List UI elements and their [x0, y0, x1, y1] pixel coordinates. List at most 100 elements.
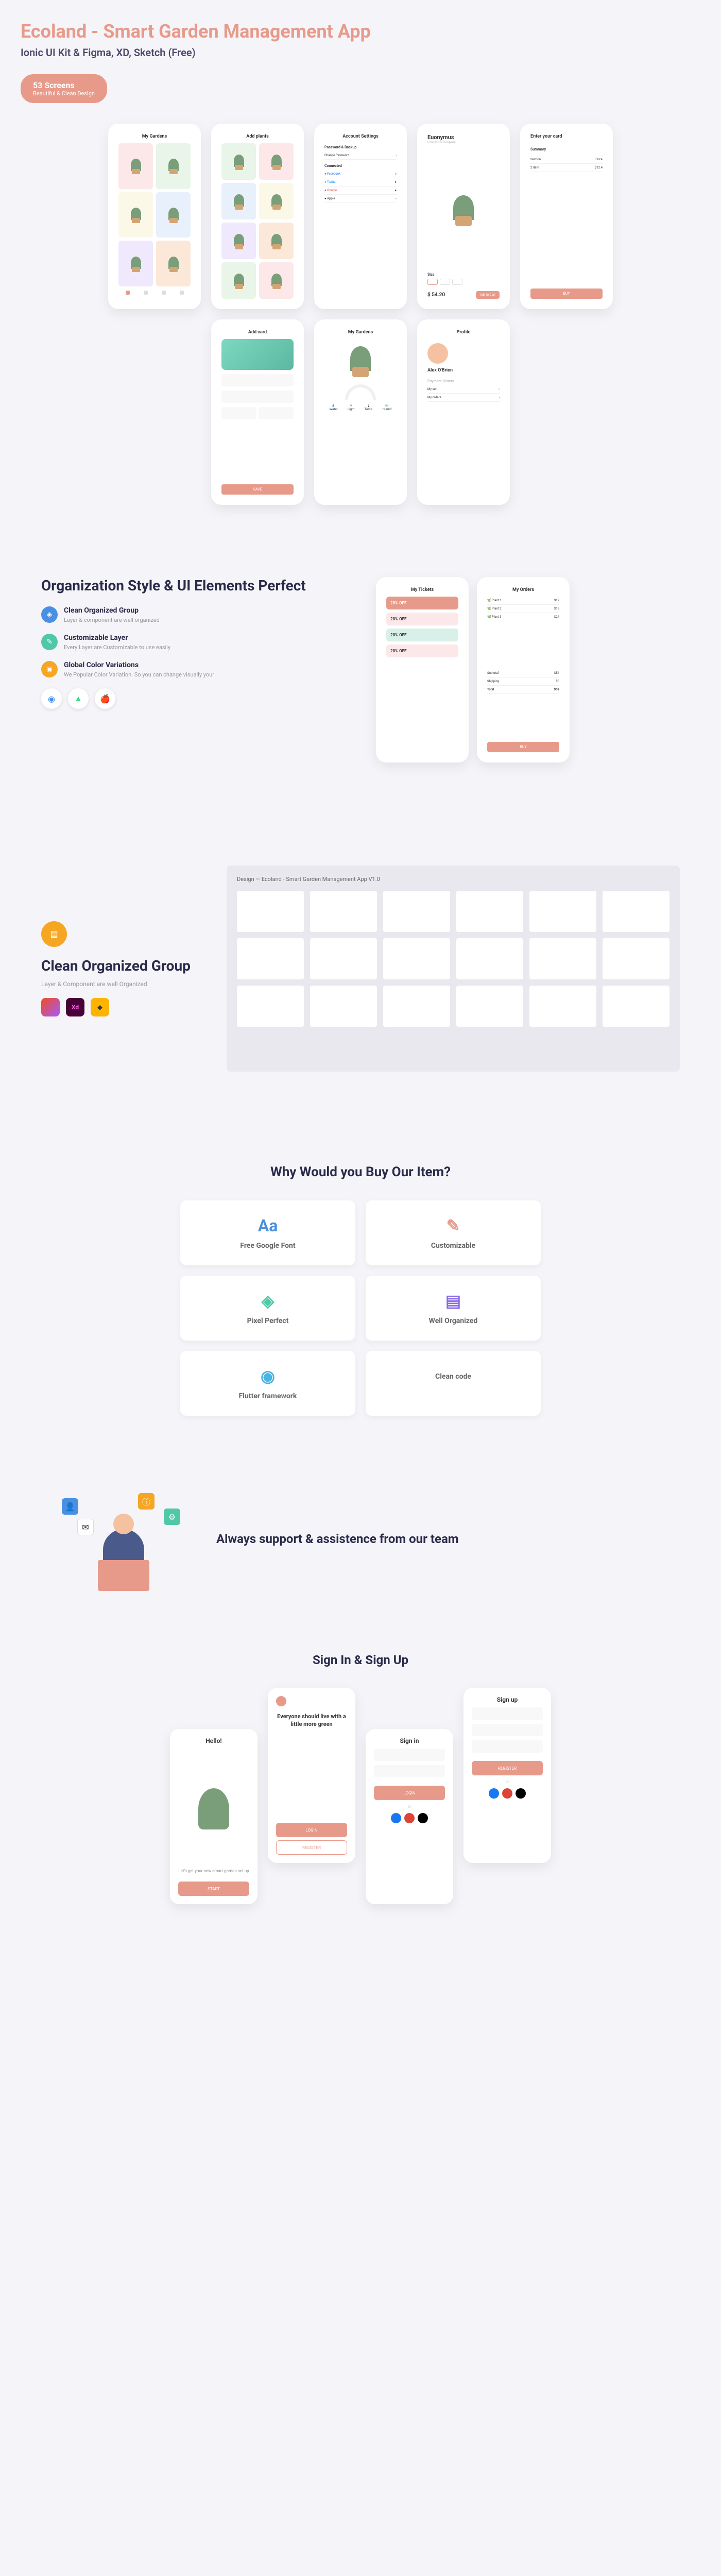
- mail-icon: ✉: [77, 1519, 94, 1535]
- login-button: LOGIN: [374, 1786, 445, 1800]
- canvas-artboard: [383, 986, 450, 1027]
- support-illustration: 👤 ⚙ ⓘ ✉: [52, 1488, 196, 1591]
- canvas-artboard: [603, 891, 670, 932]
- list-item: My set›: [427, 385, 500, 394]
- list-item: ● Twitter●: [324, 178, 397, 187]
- feature-title: Clean Organized Group: [64, 606, 160, 615]
- settings-group: Password & Backup: [324, 145, 397, 149]
- mockup-orders: My Orders 🌿 Plant 1$12 🌿 Plant 2$18 🌿 Pl…: [477, 577, 570, 762]
- buy-button: BUY: [530, 289, 603, 299]
- size-label: Size: [427, 273, 500, 277]
- canvas-artboard: [456, 891, 523, 932]
- why-feature-card: ✎Customizable: [366, 1200, 541, 1265]
- hello-title: Hello!: [178, 1737, 249, 1744]
- register-button: REGISTER: [276, 1840, 347, 1855]
- plant-card: [259, 223, 294, 259]
- list-item: Shipping$5: [487, 677, 559, 686]
- signin-title: Sign in: [374, 1737, 445, 1744]
- hero-title: Ecoland - Smart Garden Management App: [21, 21, 700, 42]
- plant-card: [221, 262, 256, 299]
- list-item: 2 item$12.4: [530, 164, 603, 172]
- plant-card: [221, 143, 256, 180]
- screen-title: My Tickets: [386, 587, 458, 592]
- email-field: [374, 1749, 445, 1761]
- name-field: [472, 1707, 543, 1720]
- register-button: REGISTER: [472, 1761, 543, 1775]
- stack-icon: ▤: [41, 921, 67, 947]
- mockup-my-gardens: My Gardens: [108, 124, 201, 309]
- list-item: 🌿 Plant 1$12: [487, 597, 559, 605]
- feature-title: Global Color Variations: [64, 661, 214, 669]
- organization-section: Organization Style & UI Elements Perfect…: [0, 526, 721, 814]
- list-item: 🌿 Plant 3$24: [487, 613, 559, 621]
- canvas-artboard: [529, 891, 596, 932]
- list-item: ● Facebook○: [324, 170, 397, 178]
- feature-label: Flutter framework: [239, 1392, 297, 1400]
- google-icon: [404, 1813, 415, 1823]
- plant-card: [259, 262, 294, 299]
- canvas-artboard: [237, 986, 304, 1027]
- canvas-artboard: [456, 938, 523, 979]
- feature-icon: Aa: [258, 1216, 278, 1235]
- facebook-icon: [391, 1813, 401, 1823]
- xd-icon: Xd: [66, 998, 84, 1016]
- sketch-icon: ◆: [91, 998, 109, 1016]
- why-feature-card: ◉Flutter framework: [180, 1351, 355, 1416]
- user-icon: 👤: [62, 1498, 78, 1515]
- canvas-filename: Ecoland - Smart Garden Management App V1…: [262, 876, 380, 883]
- mockup-hello: Hello! Let's get your new smart garden s…: [170, 1729, 258, 1904]
- canvas-artboard: [237, 891, 304, 932]
- canvas-artboard: [603, 986, 670, 1027]
- layers-icon: ◈: [41, 606, 58, 623]
- feature-icon: ◈: [262, 1291, 274, 1311]
- google-icon: [502, 1788, 512, 1799]
- login-button: LOGIN: [276, 1823, 347, 1837]
- feature-icon: ✎: [447, 1216, 460, 1235]
- support-section: 👤 ⚙ ⓘ ✉ Always support & assistence from…: [0, 1457, 721, 1622]
- start-button: START: [178, 1882, 249, 1896]
- list-item: Total$59: [487, 686, 559, 694]
- plant-card: [259, 183, 294, 219]
- sign-section: Sign In & Sign Up Hello! Let's get your …: [0, 1622, 721, 1935]
- figma-icon: [41, 998, 60, 1016]
- feature-icon: ▤: [445, 1291, 461, 1311]
- feature-label: Well Organized: [429, 1317, 478, 1325]
- why-feature-card: ▤ Well Organized: [366, 1276, 541, 1341]
- customize-icon: ✎: [41, 634, 58, 650]
- mockup-tickets: My Tickets 20% OFF 20% OFF 20% OFF 20% O…: [376, 577, 469, 762]
- product-title: Euonymus: [427, 134, 500, 141]
- badge-count: 53 Screens: [33, 80, 95, 90]
- color-icon: ◉: [41, 661, 58, 677]
- why-feature-card: Clean code: [366, 1351, 541, 1416]
- screen-title: My Gardens: [118, 134, 191, 139]
- buy-button: BUY: [487, 742, 559, 752]
- canvas-artboard: [603, 938, 670, 979]
- price: $ 54.20: [427, 292, 445, 298]
- canvas-artboard: [456, 986, 523, 1027]
- list-item: ● Apple○: [324, 195, 397, 203]
- canvas-artboard: [383, 938, 450, 979]
- mockup-signin: Sign in LOGIN or: [366, 1729, 453, 1904]
- ionic-icon: ◉: [41, 688, 62, 709]
- figma-canvas: Design — Ecoland - Smart Garden Manageme…: [227, 866, 680, 1072]
- plant-card: [221, 223, 256, 259]
- list-item: My orders›: [427, 394, 500, 402]
- mockup-card-entry: Enter your card Summary SectionPrice 2 i…: [520, 124, 613, 309]
- canvas-title: Design: [237, 876, 254, 883]
- mockup-garden-detail: My Gardens 💧Water☀Light🌡Temp💨Humid: [314, 319, 407, 505]
- canvas-artboard: [310, 891, 377, 932]
- mockup-settings: Account Settings Password & Backup Chang…: [314, 124, 407, 309]
- org-heading: Organization Style & UI Elements Perfect: [41, 577, 345, 594]
- hero-mockups: My Gardens Add plants: [103, 124, 618, 505]
- settings-group: Connected: [324, 164, 397, 168]
- canvas-artboard: [383, 891, 450, 932]
- feature-desc: Every Layer are Customizable to use easi…: [64, 644, 170, 651]
- list-item: SectionPrice: [530, 156, 603, 164]
- ticket: 20% OFF: [386, 613, 458, 625]
- hero-subtitle: Ionic UI Kit & Figma, XD, Sketch (Free): [21, 46, 700, 59]
- canvas-artboard: [529, 938, 596, 979]
- support-heading: Always support & assistence from our tea…: [216, 1531, 459, 1548]
- badge-desc: Beautiful & Clean Design: [33, 90, 95, 97]
- welcome-text: Everyone should live with a little more …: [276, 1713, 347, 1728]
- screen-title: My Orders: [487, 587, 559, 592]
